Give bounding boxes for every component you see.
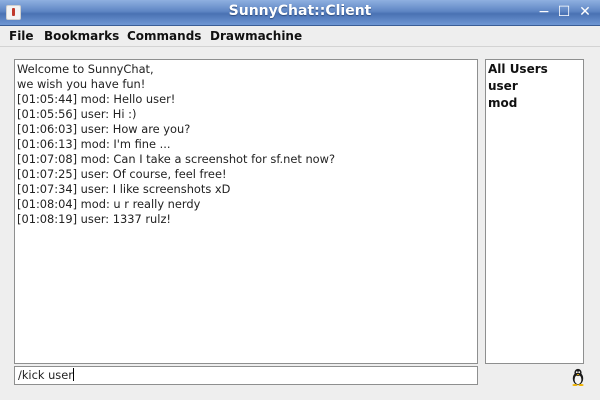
chat-line: Welcome to SunnyChat, [17, 62, 154, 76]
menu-file[interactable]: File [9, 26, 34, 46]
minimize-button[interactable]: − [535, 3, 553, 21]
user-list-item-mod[interactable]: mod [486, 95, 583, 112]
menu-bar: File Bookmarks Commands Drawmachine [0, 26, 600, 47]
chat-line: [01:07:25] user: Of course, feel free! [17, 167, 227, 181]
chat-line: [01:08:04] mod: u r really nerdy [17, 197, 201, 211]
window-title: SunnyChat::Client [228, 3, 372, 19]
text-caret [72, 368, 74, 381]
chat-line: [01:06:13] mod: I'm fine ... [17, 137, 171, 151]
message-input[interactable]: /kick user [14, 366, 478, 385]
maximize-button[interactable]: ☐ [555, 3, 573, 21]
title-bar[interactable]: SunnyChat::Client − ☐ ✕ [0, 0, 600, 26]
chat-line: [01:05:56] user: Hi :) [17, 107, 137, 121]
tux-penguin-icon[interactable] [570, 368, 586, 386]
chat-line: [01:08:19] user: 1337 rulz! [17, 212, 171, 226]
chat-line: [01:07:34] user: I like screenshots xD [17, 182, 231, 196]
message-input-value: /kick user [18, 368, 73, 382]
chat-line: we wish you have fun! [17, 77, 146, 91]
user-list-item-user[interactable]: user [486, 78, 583, 95]
chat-line: [01:06:03] user: How are you? [17, 122, 191, 136]
close-button[interactable]: ✕ [576, 3, 594, 21]
chat-line: [01:07:08] mod: Can I take a screenshot … [17, 152, 335, 166]
menu-drawmachine[interactable]: Drawmachine [210, 26, 302, 46]
chat-line: [01:05:44] mod: Hello user! [17, 92, 176, 106]
user-list[interactable]: All Users user mod [485, 59, 584, 364]
chat-log[interactable]: Welcome to SunnyChat, we wish you have f… [14, 59, 478, 364]
user-list-item-all-users[interactable]: All Users [486, 61, 583, 78]
menu-bookmarks[interactable]: Bookmarks [44, 26, 119, 46]
menu-commands[interactable]: Commands [127, 26, 201, 46]
